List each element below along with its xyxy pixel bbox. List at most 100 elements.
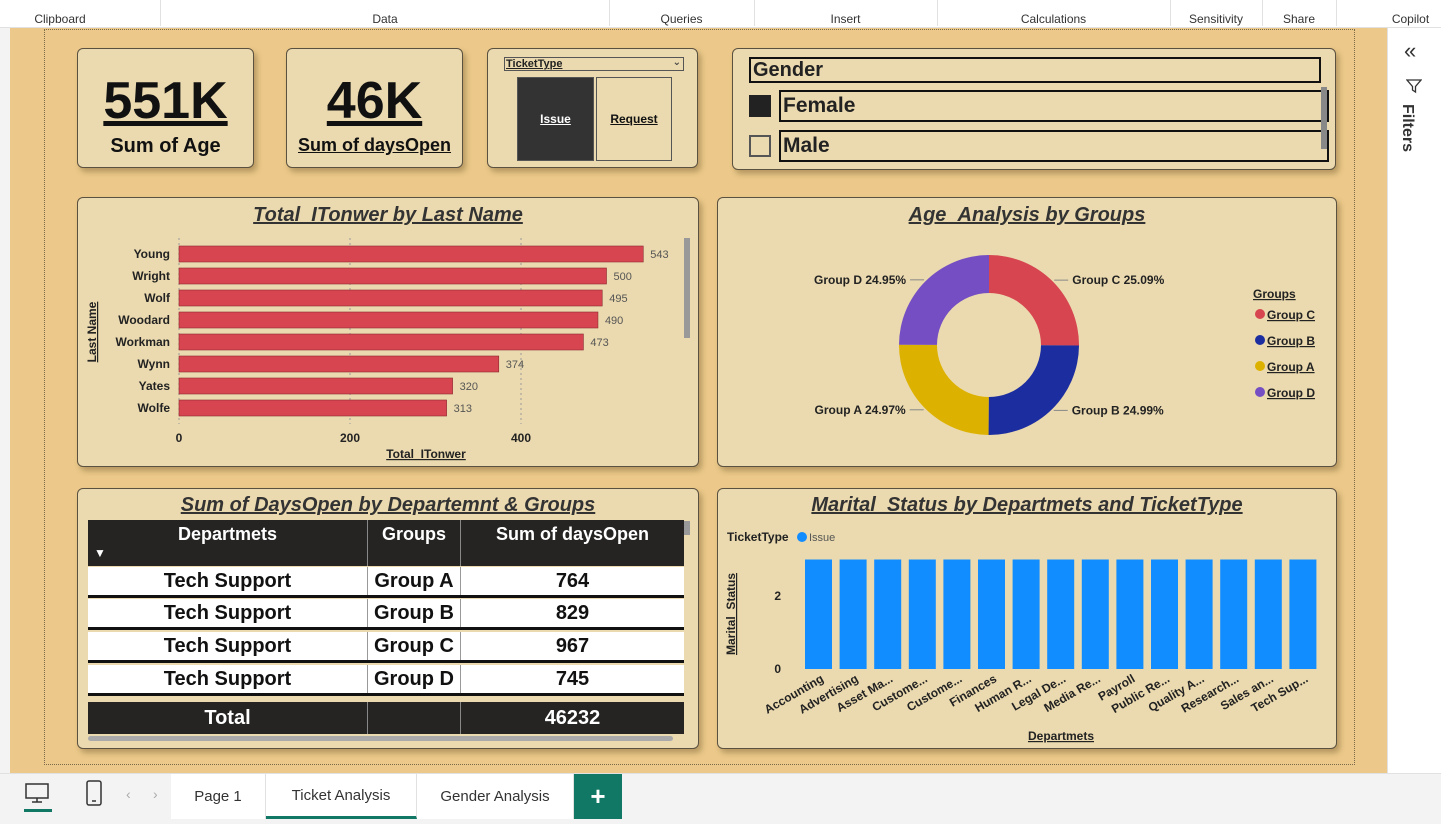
- x-tick-label: 400: [511, 431, 531, 445]
- column-header-groups[interactable]: Groups: [368, 520, 461, 566]
- table-row: Tech Support Group B 829: [88, 599, 684, 630]
- mobile-layout-button[interactable]: [84, 780, 104, 811]
- x-tick-label: 0: [176, 431, 183, 445]
- slicer-option-request[interactable]: Request: [596, 77, 672, 161]
- y-axis-title: Last Name: [85, 301, 99, 362]
- page-navigation-bar: ‹ › Page 1 Ticket Analysis Gender Analys…: [0, 773, 1441, 824]
- kpi-card-sum-daysopen[interactable]: 46K Sum of daysOpen: [286, 48, 463, 168]
- table-cell: Group B: [368, 599, 461, 627]
- y-tick-label: Wolf: [144, 291, 171, 305]
- scrollbar[interactable]: [1321, 87, 1327, 149]
- ribbon-group-calculations[interactable]: Calculations: [937, 0, 1170, 28]
- ribbon-group-share[interactable]: Share: [1262, 0, 1336, 28]
- data-label: 500: [614, 271, 632, 283]
- bar: [178, 377, 453, 395]
- desktop-layout-button[interactable]: [24, 782, 52, 812]
- data-label: 543: [650, 249, 668, 261]
- add-page-button[interactable]: +: [574, 774, 622, 819]
- table-cell: 829: [555, 602, 590, 624]
- ribbon-group-insert[interactable]: Insert: [754, 0, 937, 28]
- bar: [178, 245, 644, 263]
- column-bar: [978, 559, 1005, 669]
- mobile-icon: [86, 780, 102, 806]
- prev-page-icon[interactable]: ‹: [126, 786, 131, 802]
- data-label: 374: [506, 359, 524, 371]
- ribbon: Clipboard Data Queries Insert Calculatio…: [0, 0, 1441, 28]
- donut-chart-svg: Group C 25.09% Group B 24.99% Group A 24.9…: [814, 255, 1315, 435]
- collapse-chevrons-icon[interactable]: «: [1404, 38, 1416, 64]
- ribbon-group-copilot[interactable]: Copilot: [1380, 0, 1441, 28]
- total-cell: [368, 702, 461, 734]
- slice-label: Group D 24.95%: [814, 273, 906, 287]
- donut-chart-visual[interactable]: Age_Analysis by Groups Group C 25.09% Gro…: [717, 197, 1337, 467]
- column-bar: [1185, 559, 1213, 669]
- legend-marker: [1255, 387, 1265, 397]
- chevron-down-icon: ⌄: [672, 57, 681, 68]
- slice-label: Group C 25.09%: [1072, 273, 1164, 287]
- bar: [178, 267, 607, 285]
- filter-icon[interactable]: [1406, 78, 1422, 94]
- y-tick-label: Wynn: [138, 357, 170, 371]
- donut-slice: [988, 345, 1079, 435]
- table-cell: Group D: [368, 665, 461, 693]
- canvas-gutter: [0, 28, 10, 773]
- column-bar: [1081, 559, 1109, 669]
- bar: [178, 311, 599, 329]
- column-bar: [1220, 559, 1248, 669]
- table-header: Departmets ▼ Groups Sum of daysOpen: [88, 520, 684, 566]
- ribbon-group-data[interactable]: Data: [160, 0, 610, 28]
- ribbon-group-queries[interactable]: Queries: [609, 0, 754, 28]
- tab-ticket-analysis[interactable]: Ticket Analysis: [266, 774, 417, 819]
- y-tick-label: 0: [774, 662, 781, 676]
- slicer-option-male[interactable]: Male: [779, 130, 1329, 162]
- slice-label: Group B 24.99%: [1072, 403, 1164, 417]
- data-label: 495: [609, 293, 627, 305]
- bar: [178, 333, 584, 351]
- column-chart-visual[interactable]: Marital_Status by Departmets and TicketT…: [717, 488, 1337, 749]
- data-label: 490: [605, 315, 623, 327]
- ribbon-group-clipboard[interactable]: Clipboard: [0, 0, 120, 28]
- column-bar: [1289, 559, 1317, 669]
- column-bar: [1047, 559, 1075, 669]
- legend-title: Groups: [1253, 287, 1296, 301]
- scrollbar-horizontal[interactable]: [88, 736, 673, 741]
- tab-gender-analysis[interactable]: Gender Analysis: [417, 774, 574, 819]
- table-cell: 764: [555, 570, 590, 592]
- column-bar: [943, 559, 971, 669]
- bar-chart-visual[interactable]: Total_ITonwer by Last Name 0 200 400 Young 5…: [77, 197, 699, 467]
- kpi-label: Sum of daysOpen: [297, 135, 452, 155]
- checkbox-female[interactable]: [749, 95, 771, 117]
- kpi-card-sum-age[interactable]: 551K Sum of Age: [77, 48, 254, 168]
- data-label: 313: [454, 403, 472, 415]
- legend-item: Issue: [809, 532, 835, 544]
- slicer-option-female[interactable]: Female: [779, 90, 1329, 122]
- table-cell: Tech Support: [88, 567, 368, 595]
- legend-marker: [1255, 335, 1265, 345]
- tab-page-1[interactable]: Page 1: [171, 774, 266, 819]
- table-cell: Group C: [368, 632, 461, 660]
- column-header-label: Departmets: [177, 524, 278, 544]
- slicer-dropdown[interactable]: TicketType ⌄: [504, 57, 684, 71]
- ribbon-group-sensitivity[interactable]: Sensitivity: [1170, 0, 1262, 28]
- donut-slice: [899, 255, 989, 345]
- column-header-departmets[interactable]: Departmets ▼: [88, 520, 368, 566]
- total-label: Total: [88, 702, 368, 734]
- y-tick-label: Workman: [116, 335, 170, 349]
- column-header-sum-daysopen[interactable]: Sum of daysOpen: [461, 520, 684, 566]
- y-tick-label: 2: [774, 589, 781, 603]
- x-axis-title: Total_ITonwer: [386, 447, 466, 461]
- legend-marker: [797, 532, 807, 542]
- filters-label[interactable]: Filters: [1398, 104, 1416, 152]
- table-cell: 967: [555, 635, 590, 657]
- slicer-option-issue[interactable]: Issue: [517, 77, 594, 161]
- checkbox-male[interactable]: [749, 135, 771, 157]
- column-bar: [805, 559, 832, 669]
- scrollbar-vertical[interactable]: [684, 521, 690, 535]
- legend-item: Group A: [1267, 360, 1315, 374]
- x-axis-title: Departmets: [1028, 729, 1094, 743]
- scrollbar[interactable]: [684, 238, 690, 338]
- table-visual[interactable]: Sum of DaysOpen by Departemnt & Groups D…: [77, 488, 699, 749]
- column-chart-svg: TicketType Issue02AccountingAdvertisingAs…: [724, 530, 1317, 743]
- next-page-icon[interactable]: ›: [153, 786, 158, 802]
- bar: [178, 289, 603, 307]
